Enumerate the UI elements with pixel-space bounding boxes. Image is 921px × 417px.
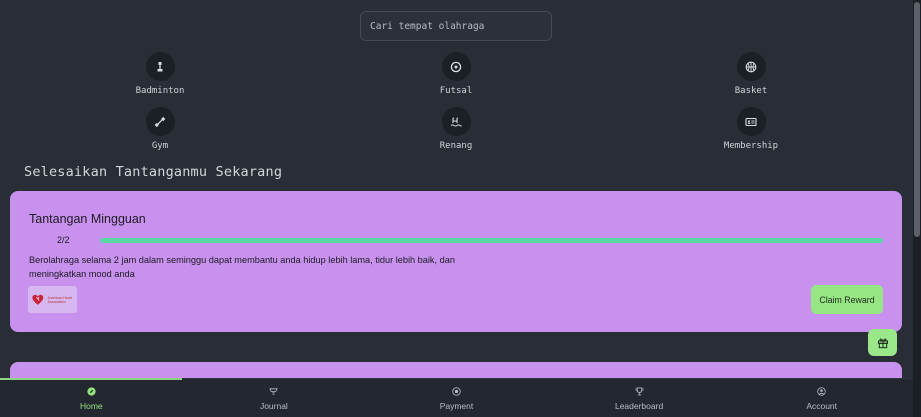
scrollbar[interactable] xyxy=(913,0,921,417)
nav-item-leaderboard[interactable]: Leaderboard xyxy=(548,379,731,417)
challenge-title: Tantangan Mingguan xyxy=(29,212,146,226)
nav-label: Leaderboard xyxy=(614,401,664,411)
nav-label: Journal xyxy=(259,401,288,411)
swimming-icon xyxy=(441,107,471,136)
logo-text: American Heart Association xyxy=(47,295,72,304)
category-label: Membership xyxy=(723,141,779,151)
nav-item-journal[interactable]: Journal xyxy=(183,379,366,417)
claim-reward-button[interactable]: Claim Reward xyxy=(811,285,883,314)
category-basket[interactable]: Basket xyxy=(691,52,811,96)
journal-icon xyxy=(269,388,279,395)
progress-label: 2/2 xyxy=(57,235,70,245)
challenge-description: Berolahraga selama 2 jam dalam seminggu … xyxy=(29,255,455,279)
category-futsal[interactable]: Futsal xyxy=(396,52,516,96)
heart-logo-icon xyxy=(32,294,44,305)
nav-label: Payment xyxy=(439,401,474,411)
badminton-icon xyxy=(145,52,175,81)
search-input[interactable] xyxy=(361,12,551,40)
category-label: Futsal xyxy=(439,86,473,96)
nav-item-home[interactable]: Home xyxy=(0,379,183,417)
category-membership[interactable]: Membership xyxy=(691,107,811,151)
payment-icon xyxy=(452,387,461,396)
active-tab-indicator xyxy=(0,378,182,380)
gift-icon xyxy=(877,338,888,348)
scrollbar-thumb[interactable] xyxy=(914,2,920,237)
category-renang[interactable]: Renang xyxy=(396,107,516,151)
nav-item-account[interactable]: Account xyxy=(730,379,913,417)
nav-label: Home xyxy=(79,401,103,411)
section-title: Selesaikan Tantanganmu Sekarang xyxy=(24,164,283,180)
trophy-icon xyxy=(635,387,643,396)
progress-bar xyxy=(100,238,883,243)
soccer-ball-icon xyxy=(441,52,471,81)
nav-item-payment[interactable]: Payment xyxy=(365,379,548,417)
nav-label: Account xyxy=(806,401,838,411)
search-box[interactable] xyxy=(360,11,552,41)
category-label: Renang xyxy=(439,141,473,151)
account-icon xyxy=(817,387,826,396)
basketball-icon xyxy=(736,52,766,81)
dumbbell-icon xyxy=(145,107,175,136)
bottom-nav: Home Journal Payment Leaderboard Account xyxy=(0,378,913,417)
category-label: Badminton xyxy=(135,86,185,96)
gift-button[interactable] xyxy=(868,329,897,356)
category-label: Gym xyxy=(151,141,169,151)
progress-bar-fill xyxy=(100,238,883,243)
category-gym[interactable]: Gym xyxy=(100,107,220,151)
category-label: Basket xyxy=(734,86,768,96)
american-heart-association-logo: American Heart Association xyxy=(28,286,77,313)
id-card-icon xyxy=(736,107,766,136)
weekly-challenge-card: Tantangan Mingguan 2/2 Berolahraga selam… xyxy=(10,191,902,332)
compass-icon xyxy=(87,387,96,396)
category-badminton[interactable]: Badminton xyxy=(100,52,220,96)
